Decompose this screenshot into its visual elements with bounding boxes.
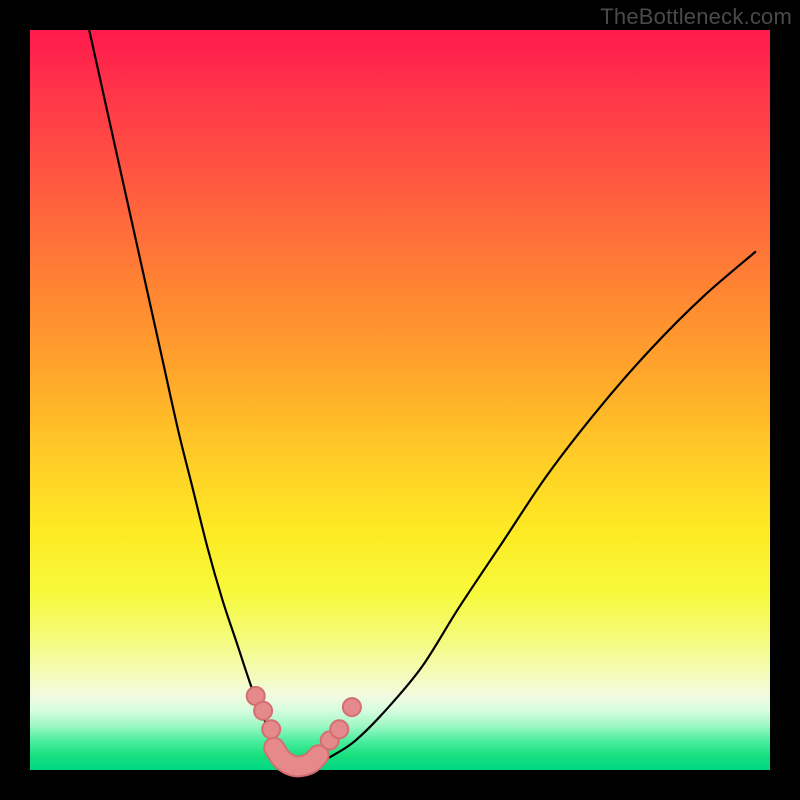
marker-dots — [247, 687, 361, 749]
marker-dot — [262, 720, 280, 738]
marker-dot — [343, 698, 361, 716]
valley-band-group — [274, 748, 318, 767]
watermark-text: TheBottleneck.com — [600, 4, 792, 30]
plot-area — [30, 30, 770, 770]
chart-frame: TheBottleneck.com — [0, 0, 800, 800]
right-curve — [319, 252, 756, 763]
chart-svg — [30, 30, 770, 770]
curve-group — [89, 30, 755, 763]
marker-dot — [254, 702, 272, 720]
marker-dot — [330, 720, 348, 738]
left-curve — [89, 30, 296, 763]
